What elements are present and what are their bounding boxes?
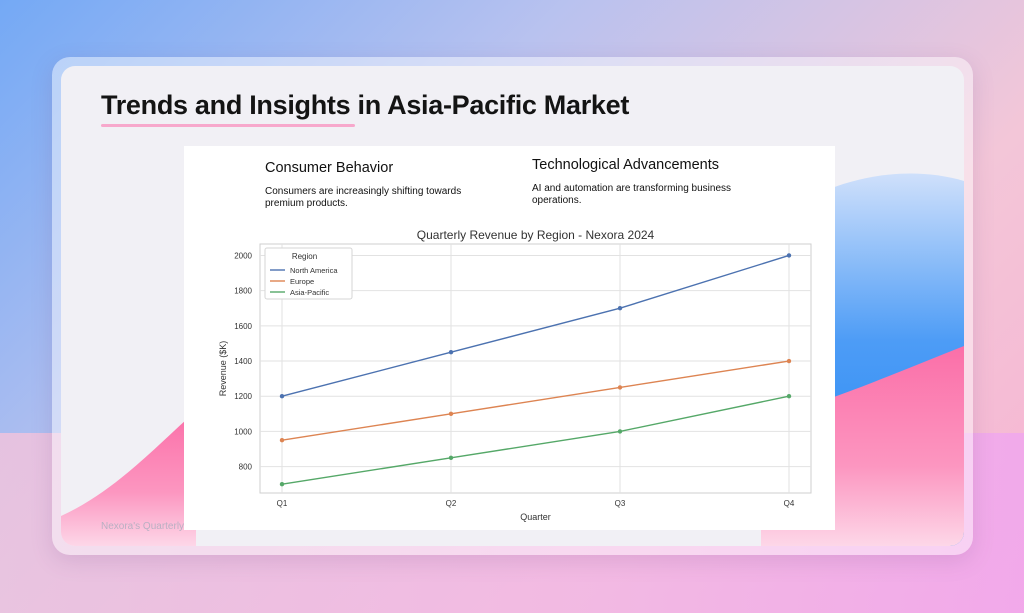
line-chart: 800 1000 1200 1400 1600 1800 2000 Q1 Q2 Q3 Q4 Quart… (218, 228, 812, 522)
data-point (279, 482, 285, 487)
legend-label: Europe (290, 277, 314, 286)
data-point (786, 253, 792, 258)
legend-label: North America (290, 266, 338, 275)
x-axis-label: Quarter (520, 512, 551, 522)
x-tick-label: Q2 (446, 499, 457, 508)
legend-label: Asia-Pacific (290, 288, 329, 297)
y-tick-label: 1000 (234, 427, 252, 436)
chart-title: Quarterly Revenue by Region - Nexora 202… (417, 228, 655, 242)
content-card: Consumer Behavior Consumers are increasi… (184, 146, 835, 530)
data-point (786, 358, 792, 364)
data-point (279, 394, 285, 399)
slide: Trends and Insights in Asia-Pacific Mark… (61, 66, 964, 546)
data-point (448, 455, 454, 461)
data-point (448, 411, 454, 417)
title-underline (101, 124, 355, 127)
data-point (617, 385, 623, 390)
data-point (786, 394, 792, 399)
y-tick-label: 1800 (234, 287, 252, 296)
data-point (448, 350, 454, 355)
y-tick-label: 1400 (234, 357, 252, 366)
y-tick-label: 1600 (234, 322, 252, 331)
x-tick-label: Q4 (784, 499, 795, 508)
x-tick-label: Q1 (277, 499, 288, 508)
data-point (617, 306, 623, 311)
slide-footer: Nexora's Quarterly (101, 521, 185, 532)
y-tick-label: 800 (239, 463, 253, 472)
x-tick-label: Q3 (615, 499, 626, 508)
y-tick-label: 1200 (234, 392, 252, 401)
data-point (279, 438, 285, 443)
y-tick-label: 2000 (234, 251, 252, 260)
slide-title: Trends and Insights in Asia-Pacific Mark… (101, 90, 630, 120)
legend-title: Region (292, 252, 317, 261)
y-axis-label: Revenue ($K) (218, 341, 228, 397)
data-point (617, 429, 623, 434)
